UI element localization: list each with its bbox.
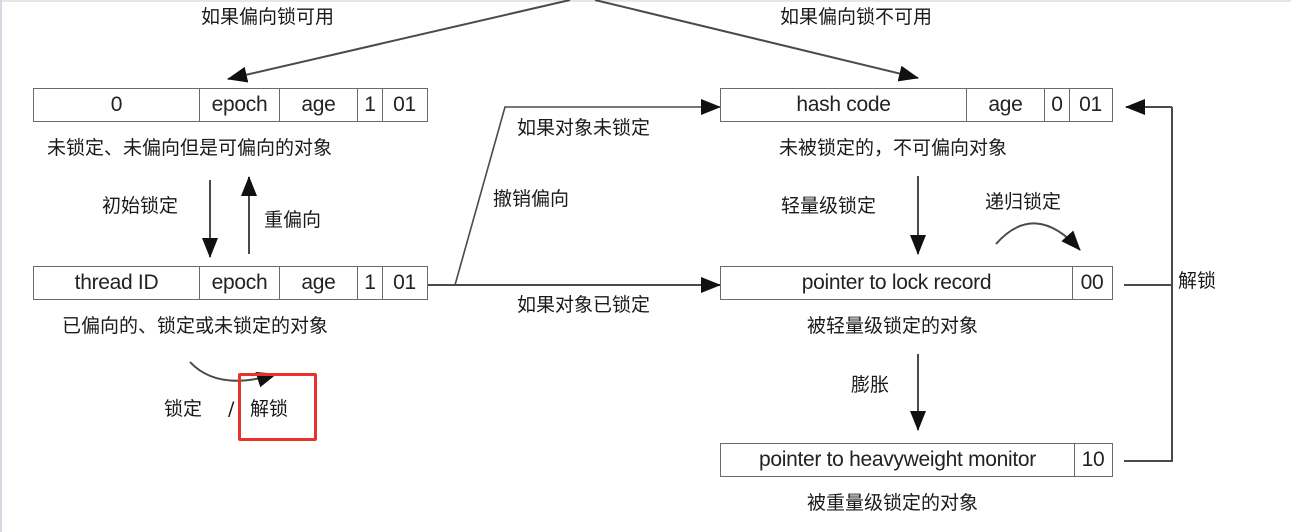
field-biased-bit: 1	[358, 89, 383, 121]
label-lock: 锁定	[164, 398, 203, 420]
markword-unlocked-biasable: 0 epoch age 1 01	[33, 88, 428, 122]
label-biased-available: 如果偏向锁可用	[201, 6, 335, 28]
field-lock-bits: 01	[393, 93, 416, 116]
label-if-object-locked: 如果对象已锁定	[517, 294, 651, 316]
caption-heavyweight: 被重量级锁定的对象	[807, 492, 979, 514]
field-age: age	[967, 89, 1045, 121]
field-lock-bits: 01	[1079, 93, 1102, 116]
field-age: age	[280, 267, 358, 299]
label-slash: /	[228, 398, 235, 420]
field-lock-record-pointer: pointer to lock record	[721, 267, 1073, 299]
label-initial-lock: 初始锁定	[102, 195, 179, 217]
caption-biased: 已偏向的、锁定或未锁定的对象	[62, 315, 329, 337]
field-biased-bit: 1	[358, 267, 383, 299]
label-recursive-lock: 递归锁定	[985, 191, 1062, 213]
caption-unlocked-biasable: 未锁定、未偏向但是可偏向的对象	[47, 137, 333, 159]
markword-unlocked-nonbiasable: hash code age 0 01	[720, 88, 1113, 122]
caption-lightweight: 被轻量级锁定的对象	[807, 315, 979, 337]
field-hash-code: hash code	[721, 89, 967, 121]
markword-lightweight: pointer to lock record 00	[720, 266, 1113, 300]
markword-heavyweight: pointer to heavyweight monitor 10	[720, 443, 1113, 477]
label-inflate: 膨胀	[851, 374, 890, 396]
field-thread-id: thread ID	[34, 267, 200, 299]
field-biased-bit: 0	[1045, 89, 1070, 121]
label-lightweight-lock: 轻量级锁定	[781, 195, 877, 217]
field-lock-bits: 10	[1081, 448, 1105, 471]
markword-biased: thread ID epoch age 1 01	[33, 266, 428, 300]
field-zero: 0	[34, 89, 200, 121]
arrow-recursive-lock	[995, 222, 1081, 251]
field-epoch: epoch	[200, 267, 280, 299]
label-biased-unavailable: 如果偏向锁不可用	[780, 6, 933, 28]
highlight-box	[238, 373, 317, 441]
field-epoch: epoch	[200, 89, 280, 121]
field-age: age	[280, 89, 358, 121]
label-revoke-bias: 撤销偏向	[493, 188, 570, 210]
label-rebias: 重偏向	[264, 209, 322, 231]
label-if-object-unlocked: 如果对象未锁定	[517, 117, 651, 139]
label-unlock: 解锁	[1178, 270, 1217, 292]
field-lock-bits: 01	[393, 271, 416, 294]
field-lock-bits: 00	[1080, 271, 1104, 294]
caption-unlocked-nonbiasable: 未被锁定的，不可偏向对象	[779, 137, 1008, 159]
field-monitor-pointer: pointer to heavyweight monitor	[721, 444, 1075, 476]
